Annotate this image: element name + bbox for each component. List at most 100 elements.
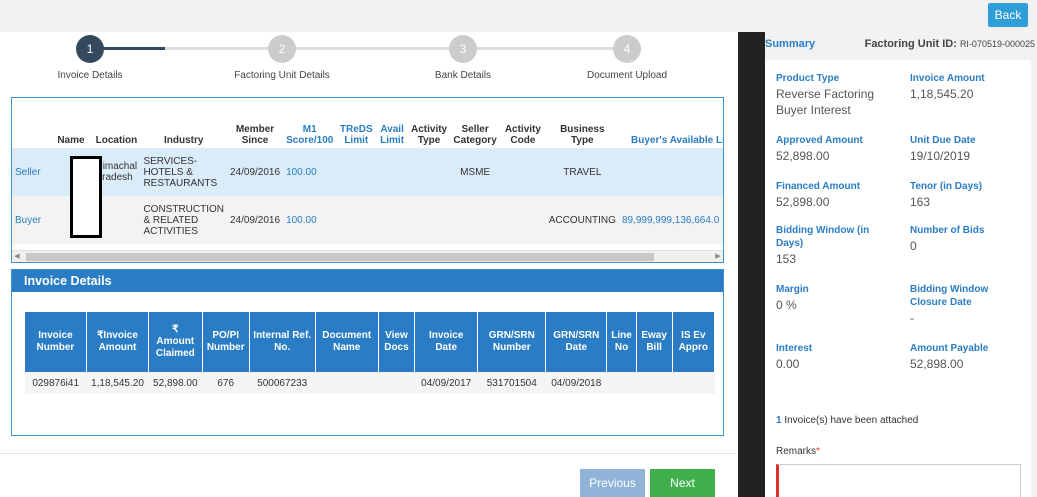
required-asterisk: * — [816, 446, 820, 457]
previous-button[interactable]: Previous — [580, 469, 645, 497]
seller-label: Seller — [12, 148, 50, 196]
summary-sidebar: Summary Factoring Unit ID: RI-070519-000… — [765, 32, 1037, 497]
bidding-window-field: Bidding Window (in Days) 153 — [776, 225, 870, 266]
col-view-docs: View Docs — [378, 312, 415, 372]
buyer-available-limit: 89,999,999,136,664.0 — [618, 196, 723, 244]
step-2-label: Factoring Unit Details — [234, 70, 330, 81]
step-connector — [165, 47, 269, 50]
grn-date-cell: 04/09/2018 — [545, 372, 607, 394]
col-treds-limit: TReDS Limit — [339, 124, 373, 146]
po-number-cell: 676 — [202, 372, 250, 394]
step-4-circle[interactable]: 4 — [613, 35, 641, 63]
col-amount-claimed: ₹ Amount Claimed — [148, 312, 203, 372]
sidebar-separator — [738, 32, 765, 497]
step-4-label: Document Upload — [586, 70, 668, 81]
col-seller-category: Seller Category — [453, 124, 497, 146]
col-is-ev-approved: IS Ev Appro — [672, 312, 716, 372]
step-2-circle[interactable]: 2 — [268, 35, 296, 63]
col-name: Name — [57, 135, 85, 146]
seller-category: MSME — [450, 148, 501, 196]
factoring-unit-id-value: RI-070519-000025 — [959, 39, 1035, 49]
buyer-industry: CONSTRUCTION & RELATED ACTIVITIES — [140, 196, 227, 244]
step-3-circle[interactable]: 3 — [449, 35, 477, 63]
step-connector — [296, 47, 450, 50]
remarks-label: Remarks* — [776, 446, 820, 457]
buyer-member-since: 24/09/2016 — [227, 196, 284, 244]
factoring-unit-id: Factoring Unit ID: RI-070519-000025 — [864, 38, 1035, 50]
step-connector — [103, 47, 165, 50]
invoice-number-cell: 029876i41 — [25, 372, 87, 394]
seller-business-type: TRAVEL — [545, 148, 619, 196]
col-location: Location — [95, 135, 138, 146]
col-document-name: Document Name — [315, 312, 379, 372]
attached-invoices-note: 1 Invoice(s) have been attached — [776, 415, 919, 426]
amount-claimed-cell: 52,898.00 — [148, 372, 203, 394]
number-of-bids-field: Number of Bids 0 — [910, 225, 985, 253]
approved-amount-field: Approved Amount 52,898.00 — [776, 135, 863, 163]
invoice-amount-cell: 1,18,545.20 — [86, 372, 149, 394]
invoice-amount-field: Invoice Amount 1,18,545.20 — [910, 73, 985, 101]
step-1-circle[interactable]: 1 — [76, 35, 104, 63]
top-bar: Back — [0, 0, 1037, 32]
back-button[interactable]: Back — [988, 3, 1028, 27]
buyer-row: Buyer CONSTRUCTION & RELATED ACTIVITIES … — [12, 196, 723, 244]
col-eway-bill: Eway Bill — [636, 312, 673, 372]
col-industry: Industry — [163, 135, 204, 146]
table-row: 029876i41 1,18,545.20 52,898.00 676 5000… — [25, 372, 715, 394]
footer-divider — [0, 453, 736, 454]
redacted-name-box — [70, 156, 102, 238]
progress-stepper: 1 2 3 4 Invoice Details Factoring Unit D… — [0, 32, 740, 88]
col-activity-code: Activity Code — [504, 124, 541, 146]
col-buyers-available-limit: Buyer's Available Limit — [631, 135, 723, 146]
col-po-number: PO/PI Number — [202, 312, 250, 372]
amount-payable-field: Amount Payable 52,898.00 — [910, 343, 989, 371]
scroll-left-icon[interactable]: ◀ — [12, 251, 22, 262]
table-header-row: Invoice Number ₹Invoice Amount ₹ Amount … — [25, 312, 716, 372]
invoice-details-panel: Invoice Details Invoice Number ₹Invoice … — [11, 269, 724, 436]
table-header-row: Name Location Industry Member Since M1 S… — [12, 98, 723, 148]
member-table-scrollbar[interactable]: ◀ ▶ — [12, 250, 723, 262]
col-internal-ref: Internal Ref. No. — [249, 312, 316, 372]
view-docs-cell[interactable] — [378, 372, 415, 394]
interest-field: Interest 0.00 — [776, 343, 813, 371]
grn-number-cell: 531701504 — [477, 372, 546, 394]
col-grn-date: GRN/SRN Date — [545, 312, 608, 372]
seller-member-since: 24/09/2016 — [227, 148, 284, 196]
unit-due-date-field: Unit Due Date 19/10/2019 — [910, 135, 976, 163]
member-details-panel: Name Location Industry Member Since M1 S… — [11, 97, 724, 263]
buyer-label: Buyer — [12, 196, 50, 244]
col-business-type: Business Type — [560, 124, 605, 146]
next-button[interactable]: Next — [650, 469, 715, 497]
eway-bill-cell — [636, 372, 673, 394]
col-m1-score: M1 Score/100 — [286, 124, 334, 146]
col-activity-type: Activity Type — [411, 124, 448, 146]
col-grn-number: GRN/SRN Number — [477, 312, 547, 372]
member-table: Name Location Industry Member Since M1 S… — [12, 98, 723, 244]
col-member-since: Member Since — [235, 124, 275, 146]
seller-industry: SERVICES-HOTELS & RESTAURANTS — [140, 148, 227, 196]
bidding-window-closure-field: Bidding Window Closure Date - — [910, 284, 989, 325]
invoice-table: Invoice Number ₹Invoice Amount ₹ Amount … — [25, 312, 716, 394]
step-1-label: Invoice Details — [57, 70, 123, 81]
line-no-cell — [606, 372, 637, 394]
buyer-business-type: ACCOUNTING — [545, 196, 619, 244]
invoice-details-heading: Invoice Details — [12, 270, 723, 292]
seller-score: 100.00 — [283, 148, 337, 196]
internal-ref-cell: 500067233 — [249, 372, 315, 394]
seller-row: Seller Himachal Pradesh SERVICES-HOTELS … — [12, 148, 723, 196]
is-ev-approved-cell — [672, 372, 715, 394]
document-name-cell — [315, 372, 379, 394]
tenor-field: Tenor (in Days) 163 — [910, 181, 983, 209]
scrollbar-thumb[interactable] — [26, 253, 654, 261]
margin-field: Margin 0 % — [776, 284, 809, 312]
buyer-score: 100.00 — [283, 196, 337, 244]
financed-amount-field: Financed Amount 52,898.00 — [776, 181, 861, 209]
col-line-no: Line No — [606, 312, 637, 372]
scroll-right-icon[interactable]: ▶ — [713, 251, 723, 262]
step-3-label: Bank Details — [434, 70, 492, 81]
invoice-date-cell: 04/09/2017 — [414, 372, 478, 394]
col-invoice-amount: ₹Invoice Amount — [86, 312, 150, 372]
remarks-input[interactable] — [776, 464, 1021, 497]
product-type-field: Product Type Reverse Factoring Buyer Int… — [776, 73, 875, 117]
step-connector — [477, 47, 613, 50]
